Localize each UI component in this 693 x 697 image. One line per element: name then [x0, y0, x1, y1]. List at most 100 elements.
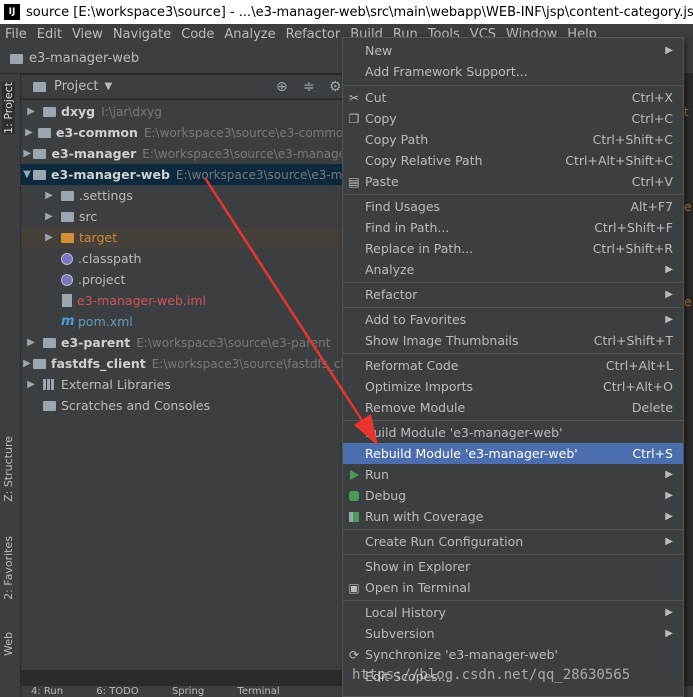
library-icon	[43, 379, 56, 390]
menu-item-create-run-configuration[interactable]: Create Run Configuration ▶	[343, 531, 683, 552]
expand-arrow-icon[interactable]: ▶	[43, 211, 55, 222]
menu-separator	[343, 529, 683, 530]
submenu-arrow-icon: ▶	[665, 314, 673, 325]
expand-arrow-icon[interactable]: ▶	[43, 232, 55, 243]
menu-item-local-history[interactable]: Local History ▶	[343, 602, 683, 623]
menu-edit[interactable]: Edit	[32, 27, 67, 42]
menu-item-copy[interactable]: ❐ Copy Ctrl+C	[343, 108, 683, 129]
project-panel-title[interactable]: Project	[54, 79, 98, 94]
menu-item-rebuild-module[interactable]: Rebuild Module 'e3-manager-web' Ctrl+S	[343, 443, 683, 464]
paste-icon: ▤	[348, 174, 360, 189]
run-icon	[349, 469, 359, 480]
expand-arrow-icon[interactable]: ▶	[43, 190, 55, 201]
menu-item-show-image-thumbnails[interactable]: Show Image Thumbnails Ctrl+Shift+T	[343, 330, 683, 351]
scratches-icon	[43, 400, 56, 411]
menu-item-synchronize[interactable]: ⟳ Synchronize 'e3-manager-web'	[343, 644, 683, 665]
menu-file[interactable]: File	[0, 27, 32, 42]
module-folder-icon	[10, 53, 23, 64]
tool-tab-todo[interactable]: 6: TODO	[96, 686, 138, 697]
menu-item-remove-module[interactable]: Remove Module Delete	[343, 397, 683, 418]
tree-item-path: E:\workspace3\source\e3-manager-web	[175, 167, 351, 182]
tool-tab-spring[interactable]: Spring	[172, 686, 204, 697]
config-file-icon	[61, 273, 73, 286]
nav-breadcrumb-module[interactable]: e3-manager-web	[29, 51, 139, 66]
menu-item-subversion[interactable]: Subversion ▶	[343, 623, 683, 644]
menu-item-new[interactable]: New ▶	[343, 40, 683, 61]
collapse-all-icon[interactable]: ≑	[303, 79, 315, 95]
tree-item-label: target	[79, 230, 118, 245]
tree-item-target[interactable]: ▶ target	[21, 227, 351, 248]
menu-view[interactable]: View	[67, 27, 108, 42]
collapse-arrow-icon[interactable]: ▼	[21, 169, 33, 180]
menu-item-open-in-terminal[interactable]: ▣ Open in Terminal	[343, 577, 683, 598]
expand-arrow-icon[interactable]: ▶	[23, 127, 35, 138]
menu-item-debug[interactable]: Debug ▶	[343, 485, 683, 506]
menu-item-find-usages[interactable]: Find Usages Alt+F7	[343, 196, 683, 217]
menu-analyze[interactable]: Analyze	[219, 27, 280, 42]
tree-item-iml[interactable]: e3-manager-web.iml	[21, 290, 351, 311]
tree-item-e3-manager[interactable]: ▶ e3-manager E:\workspace3\source\e3-man…	[21, 143, 351, 164]
menu-item-show-in-explorer[interactable]: Show in Explorer	[343, 556, 683, 577]
menu-code[interactable]: Code	[176, 27, 219, 42]
tree-item-e3-parent[interactable]: ▶ e3-parent E:\workspace3\source\e3-pare…	[21, 332, 351, 353]
coverage-icon	[349, 511, 359, 522]
tool-tab-favorites[interactable]: 2: Favorites	[2, 536, 15, 600]
expand-arrow-icon[interactable]: ▶	[25, 379, 37, 390]
scroll-from-source-icon[interactable]: ⊕	[276, 79, 288, 95]
tree-item-e3-manager-web[interactable]: ▼ e3-manager-web E:\workspace3\source\e3…	[21, 164, 351, 185]
menu-item-find-in-path[interactable]: Find in Path... Ctrl+Shift+F	[343, 217, 683, 238]
menu-item-cut[interactable]: ✂ Cut Ctrl+X	[343, 87, 683, 108]
tree-item-label: pom.xml	[78, 314, 133, 329]
tool-tab-structure[interactable]: Z: Structure	[2, 436, 15, 502]
menu-refactor[interactable]: Refactor	[281, 27, 346, 42]
tree-item-path: E:\workspace3\source\fastdfs_client	[151, 356, 351, 371]
tree-item-e3-common[interactable]: ▶ e3-common E:\workspace3\source\e3-comm…	[21, 122, 351, 143]
tree-item-dxyg[interactable]: ▶ dxyg I:\jar\dxyg	[21, 101, 351, 122]
menu-item-run[interactable]: Run ▶	[343, 464, 683, 485]
menu-item-copy-path[interactable]: Copy Path Ctrl+Shift+C	[343, 129, 683, 150]
tree-item-src[interactable]: ▶ src	[21, 206, 351, 227]
menu-item-add-framework-support[interactable]: Add Framework Support...	[343, 61, 683, 82]
copy-icon: ❐	[348, 111, 360, 126]
tree-item-label: e3-parent	[61, 335, 131, 350]
menu-item-copy-relative-path[interactable]: Copy Relative Path Ctrl+Alt+Shift+C	[343, 150, 683, 171]
gear-icon[interactable]: ⚙	[329, 79, 342, 95]
menu-separator	[343, 554, 683, 555]
config-file-icon	[61, 252, 73, 265]
menu-item-paste[interactable]: ▤ Paste Ctrl+V	[343, 171, 683, 192]
tree-item-settings[interactable]: ▶ .settings	[21, 185, 351, 206]
menu-item-build-module[interactable]: Build Module 'e3-manager-web'	[343, 422, 683, 443]
menu-item-analyze[interactable]: Analyze ▶	[343, 259, 683, 280]
tree-item-external-libraries[interactable]: ▶ External Libraries	[21, 374, 351, 395]
submenu-arrow-icon: ▶	[665, 469, 673, 480]
tree-item-label: e3-manager-web.iml	[77, 293, 206, 308]
tool-tab-run[interactable]: 4: Run	[31, 686, 63, 697]
expand-arrow-icon[interactable]: ▶	[21, 358, 33, 369]
module-folder-icon	[33, 358, 46, 369]
expand-arrow-icon[interactable]: ▶	[21, 148, 33, 159]
menu-item-reformat-code[interactable]: Reformat Code Ctrl+Alt+L	[343, 355, 683, 376]
chevron-down-icon[interactable]: ▼	[104, 81, 112, 92]
module-folder-icon	[43, 106, 56, 117]
menu-item-replace-in-path[interactable]: Replace in Path... Ctrl+Shift+R	[343, 238, 683, 259]
menu-item-run-with-coverage[interactable]: Run with Coverage ▶	[343, 506, 683, 527]
expand-arrow-icon[interactable]: ▶	[25, 337, 37, 348]
tree-item-scratches[interactable]: Scratches and Consoles	[21, 395, 351, 416]
submenu-arrow-icon: ▶	[665, 536, 673, 547]
tree-item-pom[interactable]: m pom.xml	[21, 311, 351, 332]
tool-tab-terminal[interactable]: Terminal	[237, 686, 279, 697]
menu-item-optimize-imports[interactable]: Optimize Imports Ctrl+Alt+O	[343, 376, 683, 397]
maven-icon: m	[61, 314, 75, 329]
tree-item-project[interactable]: .project	[21, 269, 351, 290]
expand-arrow-icon[interactable]: ▶	[25, 106, 37, 117]
menu-separator	[343, 282, 683, 283]
tree-item-label: .project	[78, 272, 126, 287]
tool-tab-web[interactable]: Web	[2, 632, 15, 656]
menu-navigate[interactable]: Navigate	[108, 27, 176, 42]
tree-item-classpath[interactable]: .classpath	[21, 248, 351, 269]
tree-item-label: dxyg	[61, 104, 96, 119]
menu-item-add-to-favorites[interactable]: Add to Favorites ▶	[343, 309, 683, 330]
tool-tab-project[interactable]: 1: Project	[2, 82, 15, 134]
menu-item-refactor[interactable]: Refactor ▶	[343, 284, 683, 305]
tree-item-fastdfs-client[interactable]: ▶ fastdfs_client E:\workspace3\source\fa…	[21, 353, 351, 374]
